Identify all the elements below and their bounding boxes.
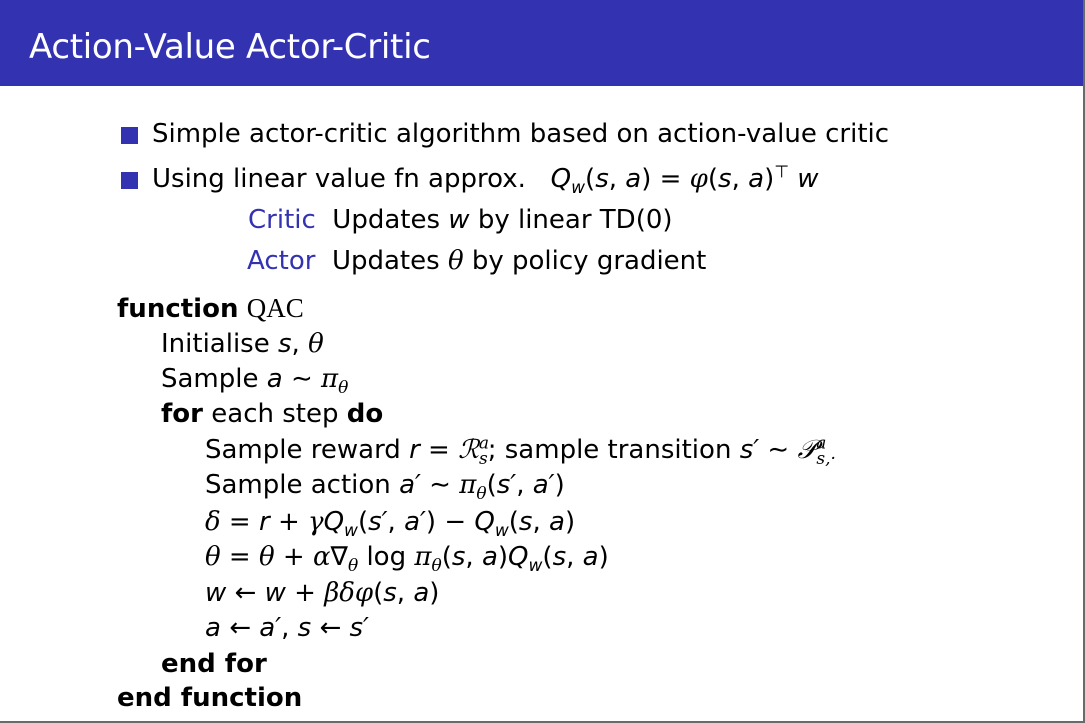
function-name: QAC [246, 293, 304, 323]
bullet-square-icon [121, 127, 138, 144]
each-step-text: each step [211, 399, 339, 429]
end-function-keyword: end function [117, 683, 303, 713]
critic-definition: Critic Updates w by linear TD(0) [248, 203, 673, 237]
bullet-text: Using linear value fn approx. [152, 164, 526, 194]
algorithm-line-theta: θ = θ + α∇θ log πθ(s, a)Qw(s, a) [205, 542, 609, 577]
algorithm-line-update-a-s: a ← a′, s ← s′ [205, 613, 369, 643]
critic-label: Critic [248, 205, 316, 235]
bullet-text: Simple actor-critic algorithm based on a… [152, 119, 890, 149]
algorithm-line-sample-a: Sample a ∼ πθ [161, 364, 349, 399]
algorithm-header: function QAC [117, 291, 304, 326]
critic-description: Updates w by linear TD(0) [324, 205, 673, 235]
for-keyword: for [161, 399, 203, 429]
bullet-square-icon [121, 172, 138, 189]
algorithm-line-for: for each step do [161, 397, 383, 431]
algorithm-line-initialise: Initialise s, θ [161, 329, 324, 359]
actor-label: Actor [247, 246, 316, 276]
title-bar: Action-Value Actor-Critic [0, 0, 1083, 86]
slide-title: Action-Value Actor-Critic [29, 27, 431, 67]
actor-definition: Actor Updates θ by policy gradient [247, 244, 706, 278]
algorithm-line-delta: δ = r + γQw(s′, a′) − Qw(s, a) [205, 507, 576, 542]
function-keyword: function [117, 294, 239, 324]
actor-description: Updates θ by policy gradient [323, 246, 707, 276]
do-keyword: do [346, 399, 384, 429]
algorithm-line-w: w ← w + βδφ(s, a) [205, 578, 440, 608]
bullet-formula: Qw(s, a) = φ(s, a)⊤ w [550, 162, 819, 199]
algorithm-line-reward: Sample reward r = ℛas; sample transition… [205, 433, 836, 470]
algorithm-line-sample-action: Sample action a′ ∼ πθ(s′, a′) [205, 470, 565, 505]
end-for-keyword: end for [161, 649, 267, 679]
bullet-item: Using linear value fn approx. Qw(s, a) =… [152, 162, 819, 199]
